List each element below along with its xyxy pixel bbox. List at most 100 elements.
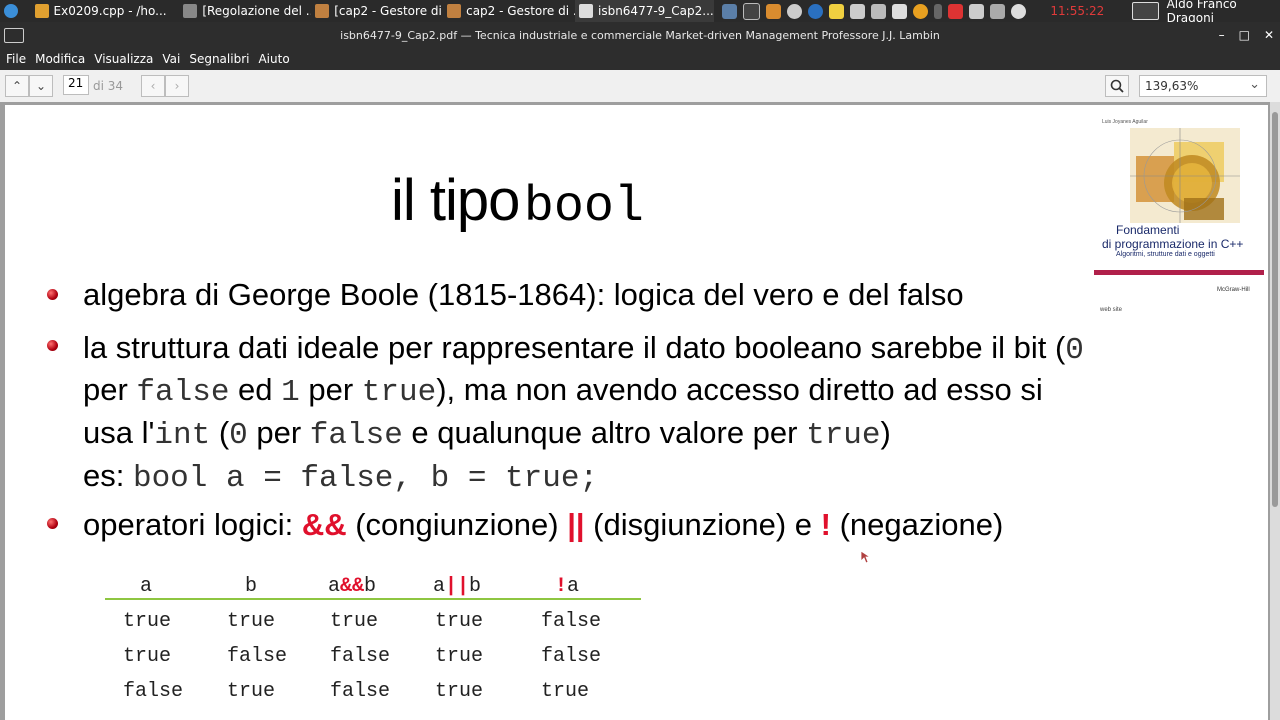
cover-publisher: McGraw-Hill [1217,287,1250,293]
task-label: Ex0209.cpp - /ho... [53,4,167,18]
code: int [154,418,211,453]
menu-help[interactable]: Aiuto [258,52,289,66]
folder-icon[interactable] [766,3,782,19]
window-titlebar: isbn6477-9_Cap2.pdf — Tecnica industrial… [0,22,1280,48]
code-example: bool a = false, b = true; [132,461,599,496]
operator-and: && [301,507,347,542]
truth-table-cell: true [435,610,484,633]
volume-icon[interactable] [969,3,985,19]
task-label: isbn6477-9_Cap2.... [597,4,715,18]
screen-icon [1132,2,1159,20]
book-cover: Luis Joyanes Aguilar Fondamenti di progr… [1090,110,1265,313]
notes-icon[interactable] [829,3,845,19]
cover-subtitle: Algoritmi, strutture dati e oggetti [1116,251,1215,258]
menu-go[interactable]: Vai [162,52,180,66]
header-b: b [245,575,258,598]
printer-icon[interactable] [850,3,866,19]
network-icon[interactable] [722,3,738,19]
text: per [247,415,310,450]
text: e qualunque altro valore per [402,415,807,450]
cover-stripe [1094,270,1264,275]
zoom-value: 139,63% [1145,79,1199,93]
history-back-button[interactable]: ‹ [141,75,165,97]
next-page-button[interactable]: ⌄ [29,75,53,97]
text: ( [210,415,230,450]
cover-website: web site [1100,307,1123,313]
battery-icon[interactable] [892,3,908,19]
vertical-scrollbar[interactable] [1270,102,1280,720]
truth-table-cell: false [541,610,602,633]
truth-table-cell: false [541,645,602,668]
update-icon[interactable] [913,3,929,19]
bullet-data-structure-line3: usa l'int (0 per false e qualunque altro… [83,415,891,453]
toolbar: ⌃ ⌄ ‹ › [0,70,1280,103]
task-file-manager[interactable]: [cap2 - Gestore di... [311,0,443,22]
chevron-down-icon: ⌄ [1249,77,1260,92]
mail-icon[interactable] [990,3,1006,19]
history-forward-button[interactable]: › [165,75,189,97]
close-button[interactable]: ✕ [1264,28,1274,42]
mouse-cursor-icon [860,550,872,564]
code: false [309,418,403,453]
table-divider [105,598,641,600]
truth-table-cell: true [123,610,172,633]
scrollbar-thumb[interactable] [1272,112,1278,507]
cover-title-line1: Fondamenti [1116,223,1180,237]
text: es: [83,458,133,493]
menu-launcher[interactable] [0,0,31,22]
power-icon[interactable] [1011,3,1027,19]
text: ) [880,415,891,450]
task-label: cap2 - Gestore di ... [466,4,575,18]
text: operatori logici: [83,507,302,542]
truth-table-cell: true [330,610,379,633]
zoom-select[interactable]: 139,63% ⌄ [1139,75,1267,97]
search-button[interactable] [1105,75,1129,97]
clock[interactable]: 11:55:22 [1050,4,1104,18]
maximize-button[interactable]: □ [1239,28,1250,42]
task-settings[interactable]: [Regolazione del ... [179,0,311,22]
task-file-manager-2[interactable]: cap2 - Gestore di ... [443,0,575,22]
bluetooth-icon[interactable] [934,3,943,19]
system-taskbar: Ex0209.cpp - /ho... [Regolazione del ...… [0,0,1280,25]
text: ), ma non avendo accesso diretto ad esso… [436,372,1043,407]
header-or: a||b [433,575,482,598]
document-viewer[interactable]: il tipo bool algebra di George Boole (18… [0,102,1280,720]
terminal-icon[interactable] [743,2,761,20]
folder-icon [447,4,462,18]
hp-icon[interactable] [808,3,824,19]
menu-bookmarks[interactable]: Segnalibri [189,52,249,66]
code: 0 [229,418,248,453]
previous-page-button[interactable]: ⌃ [5,75,29,97]
bullet-marker [47,289,58,300]
bullet-data-structure-example: es: bool a = false, b = true; [83,458,598,496]
task-pdf-viewer[interactable]: isbn6477-9_Cap2.... [574,0,715,22]
menu-file[interactable]: File [6,52,26,66]
title-code: bool [523,179,644,236]
truth-table-cell: true [227,680,276,703]
code: 0 [1065,333,1084,368]
header-not: !a [555,575,580,598]
menu-view[interactable]: Visualizza [94,52,153,66]
search-icon [1110,79,1124,93]
chrome-icon[interactable] [787,3,803,19]
settings-icon [183,4,198,18]
menu-edit[interactable]: Modifica [35,52,85,66]
clipboard-icon[interactable] [871,3,887,19]
window-title: isbn6477-9_Cap2.pdf — Tecnica industrial… [340,28,940,42]
truth-table-cell: true [123,645,172,668]
text: la struttura dati ideale per rappresenta… [83,330,1066,365]
truth-table-cell: true [541,680,590,703]
launcher-icon [4,4,18,18]
header-and: a&&b [328,575,377,598]
bullet-marker [47,340,58,351]
truth-table-cell: true [227,610,276,633]
minimize-button[interactable]: – [1219,28,1225,42]
bullet-boole: algebra di George Boole (1815-1864): log… [83,277,964,312]
page-number-input[interactable]: 21 [63,75,89,95]
recorder-icon[interactable] [948,3,964,19]
truth-table-cell: true [435,680,484,703]
pdf-icon [578,4,593,18]
bullet-marker [47,518,58,529]
truth-table-cell: false [227,645,288,668]
task-editor[interactable]: Ex0209.cpp - /ho... [31,0,180,22]
